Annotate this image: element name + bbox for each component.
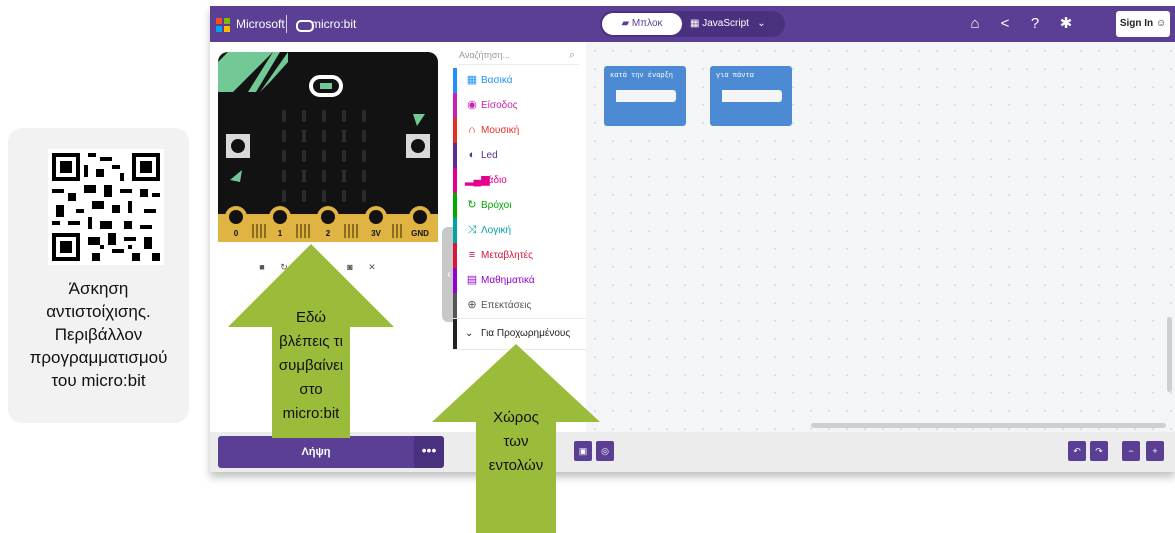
top-bar: Microsoft micro:bit ▰ Μπλοκ ▦ JavaScript… [210,6,1175,42]
blocks-workspace[interactable]: κατά την έναρξη για πάντα [586,42,1175,432]
microsoft-logo-icon [216,18,230,32]
block-on-start[interactable]: κατά την έναρξη [604,66,686,126]
pin-label: 3V [371,229,381,238]
block-label: κατά την έναρξη [610,72,674,80]
zoom-out-icon[interactable]: − [1122,441,1140,461]
category-variables[interactable]: ≡ Μεταβλητές [453,243,586,268]
tab-javascript[interactable]: ▦ JavaScript ⌄ [690,13,780,35]
category-math[interactable]: ▤ Μαθηματικά [453,268,586,293]
tab-blocks[interactable]: ▰ Μπλοκ [602,13,682,35]
signal-icon: ▂▄▆ [465,174,490,186]
qr-card: Άσκηση αντιστοίχισης. Περιβάλλον προγραμ… [8,128,189,423]
brand-divider [286,15,287,33]
share-icon[interactable]: < [995,14,1015,34]
category-basic[interactable]: ▦ Βασικά [453,68,586,93]
qr-code [48,149,164,265]
download-button[interactable]: Λήψη [218,436,414,468]
toggle-icon: ◐ [468,149,476,161]
product-name: micro:bit [311,17,357,31]
headphones-icon: ∩ [468,124,476,136]
search-input[interactable]: Αναζήτηση... ⌕ [459,46,579,65]
category-label: Βρόχοι [481,200,512,211]
pin-label: 2 [326,229,331,238]
qr-caption: Άσκηση αντιστοίχισης. Περιβάλλον προγραμ… [29,279,168,390]
pin-label: 1 [278,229,283,238]
category-label: Λογική [481,225,512,236]
category-label: Είσοδος [481,100,518,111]
category-label: Ράδιο [481,175,507,186]
redo-icon[interactable]: ↷ [1090,441,1108,461]
annotation-workspace: Χώρος των εντολών [488,409,544,474]
pin-label: GND [411,229,429,238]
annotation-simulator: Εδώ βλέπεις τι συμβαίνει στο micro:bit [278,309,344,422]
list-icon: ≡ [468,249,476,261]
horizontal-scrollbar[interactable] [811,423,1166,428]
category-led[interactable]: ◐ Led [453,143,586,168]
block-forever[interactable]: για πάντα [710,66,792,126]
category-label: Led [481,150,498,161]
signin-button[interactable]: Sign In ☺ [1116,11,1170,37]
category-label: Επεκτάσεις [481,300,532,311]
category-label: Μαθηματικά [481,275,535,286]
vertical-scrollbar[interactable] [1167,317,1172,392]
microbit-board[interactable]: 0 1 2 3V GND [218,52,438,242]
calculator-icon: ▤ [466,274,478,286]
grid-icon: ▦ [466,74,478,86]
category-radio[interactable]: ▂▄▆ Ράδιο [453,168,586,193]
pin-label: 0 [234,229,239,238]
category-music[interactable]: ∩ Μουσική [453,118,586,143]
category-input[interactable]: ◉ Είσοδος [453,93,586,118]
shuffle-icon: ⤨ [467,224,477,236]
category-logic[interactable]: ⤨ Λογική [453,218,586,243]
category-extensions[interactable]: ⊕ Επεκτάσεις [453,293,586,318]
brand-name: Microsoft [236,17,285,31]
search-icon[interactable]: ⌕ [569,46,575,64]
zoom-in-icon[interactable]: + [1146,441,1164,461]
category-label: Μουσική [481,125,520,136]
bottom-bar: Λήψη ••• ▣ ◎ ↶ ↷ − + [210,432,1175,472]
block-label: για πάντα [716,72,754,80]
category-label: Μεταβλητές [481,250,533,261]
settings-icon[interactable]: ✱ [1056,14,1076,34]
help-icon[interactable]: ? [1025,14,1045,34]
category-loops[interactable]: ↻ Βρόχοι [453,193,586,218]
category-label: Βασικά [481,75,513,86]
undo-icon[interactable]: ↶ [1068,441,1086,461]
input-icon: ◉ [467,99,477,111]
loop-icon: ↻ [467,199,477,211]
editor-mode-toggle: ▰ Μπλοκ ▦ JavaScript ⌄ [600,11,785,37]
plus-circle-icon: ⊕ [467,299,477,311]
home-icon[interactable]: ⌂ [965,14,985,34]
